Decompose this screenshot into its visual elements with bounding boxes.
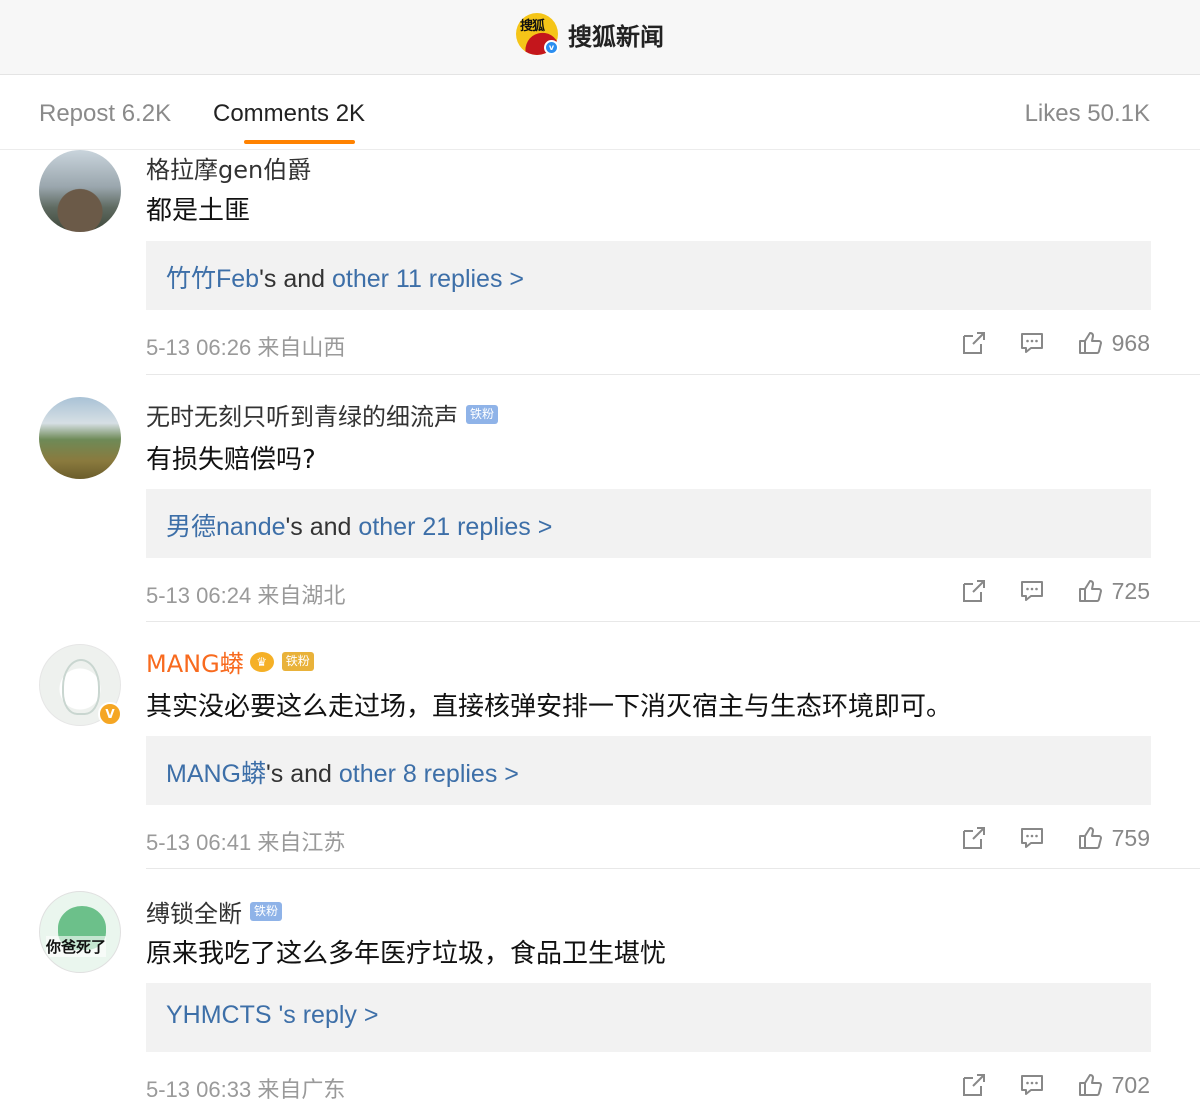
avatar[interactable]: [39, 150, 121, 232]
reply-user-link[interactable]: MANG蟒: [166, 760, 266, 788]
comment-text: 原来我吃了这么多年医疗垃圾，食品卫生堪忧: [146, 939, 667, 969]
share-icon[interactable]: [960, 824, 988, 852]
reply-summary: YHMCTS 's reply >: [166, 1001, 378, 1030]
avatar[interactable]: [39, 397, 121, 479]
comment-icon[interactable]: [1018, 1071, 1046, 1099]
tab-bar: Repost 6.2K Comments 2K Likes 50.1K: [0, 76, 1200, 150]
comment-actions: 968: [960, 328, 1150, 358]
reply-preview[interactable]: 竹竹Feb's and other 11 replies >: [146, 241, 1151, 310]
comment-meta: 5-13 06:33 来自广东: [146, 1072, 345, 1104]
like-count: 725: [1111, 577, 1150, 604]
username[interactable]: 缚锁全断: [146, 894, 242, 929]
more-replies-link[interactable]: other 11 replies >: [332, 265, 524, 293]
thumbs-up-icon[interactable]: [1076, 577, 1104, 605]
thumbs-up-icon[interactable]: [1076, 1071, 1104, 1099]
more-replies-link[interactable]: other 21 replies >: [358, 513, 552, 541]
comment-text: 都是土匪: [146, 196, 251, 226]
reply-connector: 's and: [259, 265, 332, 293]
app-header: 搜狐 v 搜狐新闻: [0, 0, 1200, 75]
comment-header: 格拉摩gen伯爵: [146, 150, 311, 185]
bird-shape: [62, 659, 100, 715]
reply-preview[interactable]: YHMCTS 's reply >: [146, 983, 1151, 1052]
thumbs-up-icon[interactable]: [1076, 329, 1104, 357]
like-count: 968: [1111, 329, 1150, 356]
crown-icon: ♛: [249, 651, 274, 672]
active-tab-indicator: [244, 140, 355, 144]
logo-text: 搜狐: [520, 19, 545, 34]
comment-actions: 702: [960, 1070, 1150, 1100]
comment-icon[interactable]: [1018, 329, 1046, 357]
reply-connector: 's and: [266, 760, 339, 788]
comment-meta: 5-13 06:26 来自山西: [146, 330, 345, 362]
comment-meta: 5-13 06:41 来自江苏: [146, 825, 345, 857]
timestamp: 5-13 06:33: [146, 1077, 252, 1102]
fan-badge: 铁粉: [250, 902, 283, 921]
username[interactable]: 无时无刻只听到青绿的细流声: [146, 397, 458, 432]
divider: [146, 621, 1200, 622]
brand[interactable]: 搜狐 v 搜狐新闻: [516, 12, 664, 56]
reply-connector: 's and: [285, 513, 359, 541]
timestamp: 5-13 06:41: [146, 830, 252, 855]
verified-icon: v: [544, 40, 559, 55]
timestamp: 5-13 06:26: [146, 335, 252, 360]
comment-icon[interactable]: [1018, 824, 1046, 852]
share-icon[interactable]: [960, 329, 988, 357]
share-icon[interactable]: [960, 1071, 988, 1099]
divider: [146, 374, 1200, 375]
share-icon[interactable]: [960, 577, 988, 605]
reply-summary: 男德nande's and other 21 replies >: [166, 507, 552, 543]
comment-actions: 725: [960, 576, 1150, 606]
comment-text: 其实没必要这么走过场，直接核弹安排一下消灭宿主与生态环境即可。: [146, 692, 953, 722]
avatar[interactable]: 你爸死了: [39, 891, 121, 973]
reply-summary: 竹竹Feb's and other 11 replies >: [166, 259, 524, 295]
location: 来自江苏: [257, 830, 346, 855]
reply-user-link[interactable]: 男德nande: [166, 513, 286, 541]
location: 来自广东: [257, 1077, 346, 1102]
fan-badge: 铁粉: [466, 405, 499, 424]
comment-header: 缚锁全断 铁粉: [146, 894, 283, 929]
comment-icon[interactable]: [1018, 577, 1046, 605]
reply-preview[interactable]: MANG蟒's and other 8 replies >: [146, 736, 1151, 805]
thumbs-up-icon[interactable]: [1076, 824, 1104, 852]
reply-summary: MANG蟒's and other 8 replies >: [166, 754, 519, 790]
comment-text: 有损失赔偿吗?: [146, 445, 316, 475]
tab-comments[interactable]: Comments 2K: [213, 100, 365, 128]
comment-meta: 5-13 06:24 来自湖北: [146, 578, 345, 610]
comment-header: 无时无刻只听到青绿的细流声 铁粉: [146, 397, 499, 432]
avatar-caption: 你爸死了: [46, 936, 107, 957]
comment-header: MANG蟒 ♛ 铁粉: [146, 644, 314, 679]
reply-user-link[interactable]: 竹竹Feb: [166, 265, 259, 293]
timestamp: 5-13 06:24: [146, 583, 252, 608]
username[interactable]: 格拉摩gen伯爵: [146, 150, 311, 185]
reply-preview[interactable]: 男德nande's and other 21 replies >: [146, 489, 1151, 558]
location: 来自湖北: [257, 583, 346, 608]
like-count: 759: [1111, 824, 1150, 851]
location: 来自山西: [257, 335, 346, 360]
brand-name: 搜狐新闻: [568, 22, 664, 51]
verified-icon: V: [98, 702, 122, 726]
divider: [146, 868, 1200, 869]
comment-actions: 759: [960, 823, 1150, 853]
reply-link[interactable]: 's reply >: [272, 1001, 379, 1029]
like-count: 702: [1111, 1071, 1150, 1098]
tab-repost[interactable]: Repost 6.2K: [39, 100, 171, 128]
reply-user-link[interactable]: YHMCTS: [166, 1001, 272, 1029]
more-replies-link[interactable]: other 8 replies >: [339, 760, 519, 788]
fan-badge: 铁粉: [281, 652, 314, 671]
tab-likes[interactable]: Likes 50.1K: [1025, 100, 1150, 128]
username[interactable]: MANG蟒: [146, 644, 244, 679]
